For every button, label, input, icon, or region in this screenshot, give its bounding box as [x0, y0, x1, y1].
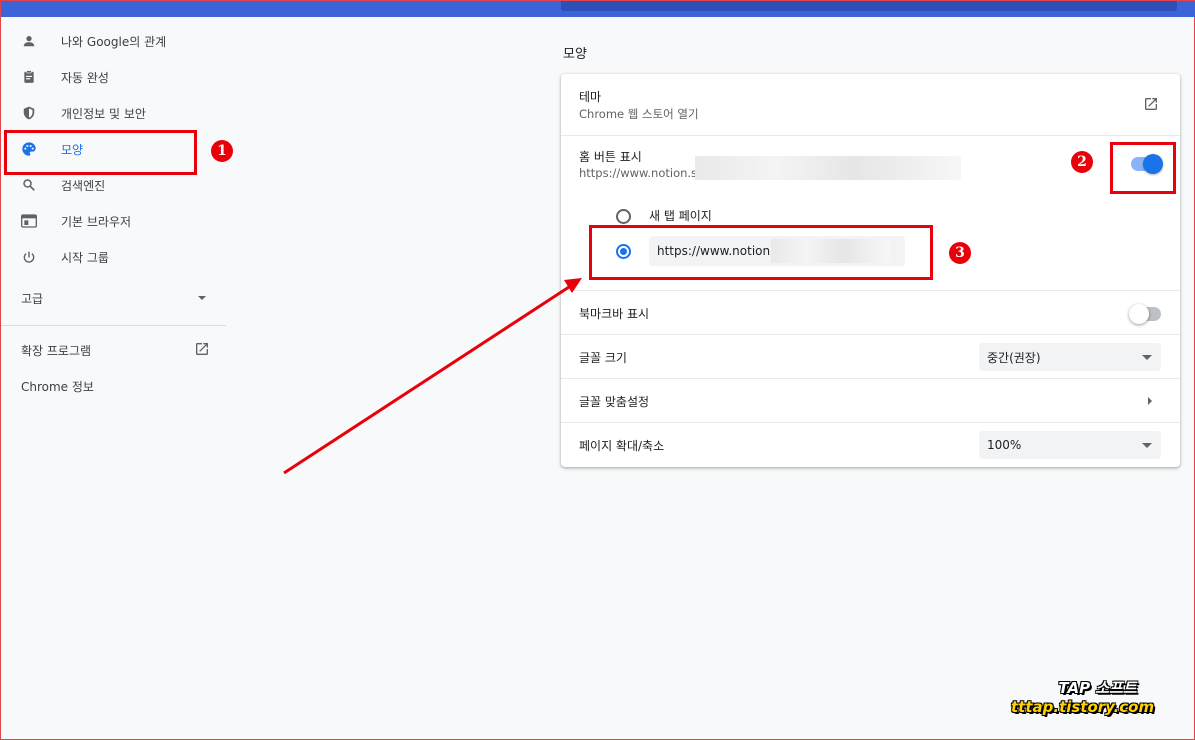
watermark-line2: tttap.tistory.com — [1011, 698, 1155, 716]
annotation-arrow — [283, 278, 582, 475]
watermark-line1: TAP 소프트 — [1058, 679, 1137, 697]
watermark: TAP 소프트 tttap.tistory.com — [1011, 677, 1154, 716]
